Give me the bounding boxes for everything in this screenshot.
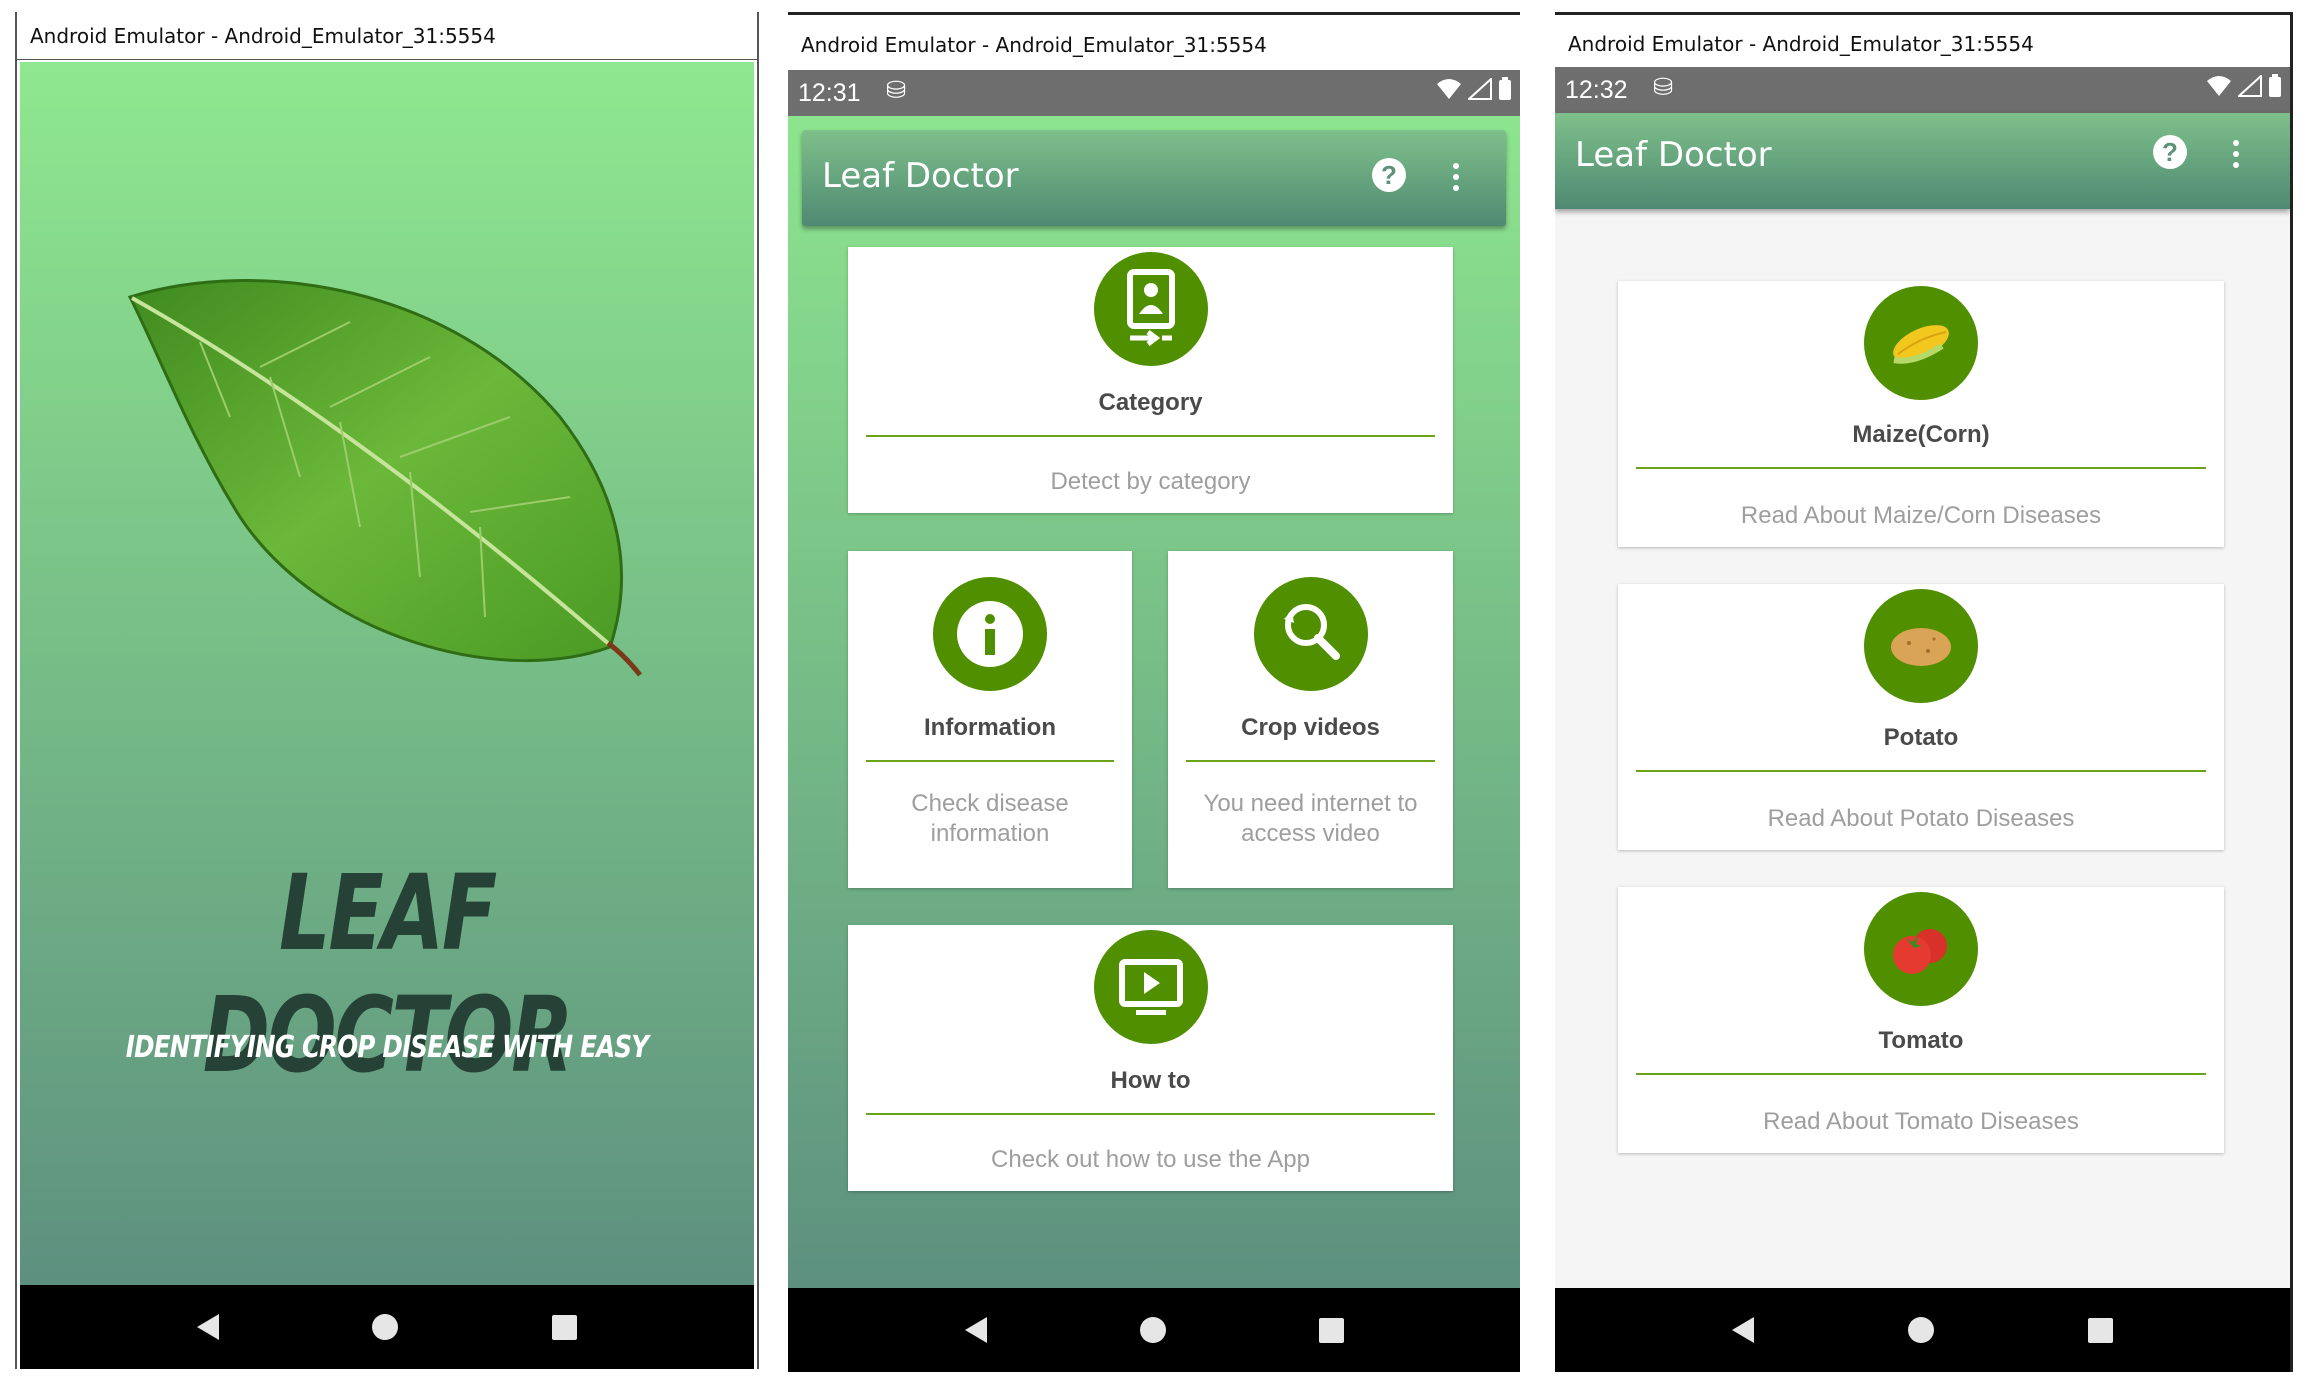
video-search-icon [1253, 577, 1368, 691]
nav-bar [1555, 1288, 2290, 1372]
status-bar: 12:31 ⛁ [788, 70, 1520, 116]
potato-icon [1864, 589, 1978, 703]
maize-title: Maize(Corn) [1852, 421, 1990, 448]
signal-icon [1468, 78, 1492, 100]
emulator-window-splash: Android Emulator - Android_Emulator_31:5… [15, 12, 759, 1369]
home-button[interactable] [372, 1314, 399, 1340]
category-screen: 12:32 ⛁ Leaf Doctor ? Maize(Corn) Read A… [1555, 67, 2290, 1372]
potato-subtitle: Read About Potato Diseases [1767, 805, 2075, 832]
tomato-title: Tomato [1878, 1027, 1964, 1054]
information-card[interactable]: Information Check disease information [848, 551, 1132, 888]
wifi-icon [2207, 76, 2231, 96]
back-button[interactable] [196, 1314, 219, 1340]
back-button[interactable] [964, 1317, 987, 1343]
potato-title: Potato [1883, 724, 1959, 751]
corn-icon [1864, 286, 1978, 400]
category-title: Category [1098, 389, 1203, 416]
app-bar: Leaf Doctor ? [802, 130, 1506, 226]
divider [866, 435, 1435, 437]
maize-subtitle: Read About Maize/Corn Diseases [1740, 502, 2102, 529]
divider [1636, 1073, 2206, 1075]
home-button[interactable] [1908, 1317, 1934, 1343]
help-icon[interactable]: ? [1372, 158, 1406, 192]
how-to-subtitle: Check out how to use the App [991, 1146, 1310, 1173]
emulator-window-home: Android Emulator - Android_Emulator_31:5… [788, 12, 1520, 1372]
maize-card[interactable]: Maize(Corn) Read About Maize/Corn Diseas… [1618, 281, 2224, 547]
category-icon [1093, 252, 1208, 366]
nav-bar [788, 1288, 1520, 1372]
information-subtitle: Check disease information [911, 790, 1069, 847]
divider [1186, 760, 1435, 762]
app-title: Leaf Doctor [822, 156, 1019, 196]
nav-bar [20, 1285, 754, 1369]
emulator-title: Android Emulator - Android_Emulator_31:5… [1555, 15, 2290, 67]
recents-button[interactable] [2088, 1317, 2113, 1343]
signal-icon [2238, 75, 2262, 97]
splash-tagline: IDENTIFYING CROP DISEASE WITH EASY [125, 1030, 649, 1065]
sim-icon: ⛁ [886, 77, 907, 104]
emulator-title: Android Emulator - Android_Emulator_31:5… [788, 15, 1520, 70]
how-to-card[interactable]: How to Check out how to use the App [848, 925, 1453, 1191]
tomato-subtitle: Read About Tomato Diseases [1763, 1108, 2079, 1135]
status-time: 12:32 [1565, 76, 1628, 104]
how-to-title: How to [1110, 1067, 1191, 1094]
more-options-icon[interactable] [2232, 140, 2240, 168]
splash-screen: LEAF DOCTOR IDENTIFYING CROP DISEASE WIT… [20, 62, 754, 1369]
home-screen: 12:31 ⛁ Leaf Doctor ? Category Detect by… [788, 70, 1520, 1372]
help-icon[interactable]: ? [2153, 135, 2187, 169]
battery-icon [2269, 74, 2281, 97]
sim-icon: ⛁ [1653, 74, 1674, 101]
category-card[interactable]: Category Detect by category [848, 247, 1453, 513]
crop-videos-card[interactable]: Crop videos You need internet to access … [1168, 551, 1453, 888]
status-time: 12:31 [798, 79, 861, 107]
category-subtitle: Detect by category [1050, 468, 1251, 495]
info-icon [933, 577, 1047, 691]
tomato-card[interactable]: Tomato Read About Tomato Diseases [1618, 887, 2224, 1153]
tomato-icon [1864, 892, 1978, 1006]
app-title: Leaf Doctor [1575, 135, 1772, 175]
information-title: Information [924, 714, 1056, 741]
divider [1636, 467, 2206, 469]
home-button[interactable] [1139, 1317, 1166, 1343]
back-button[interactable] [1732, 1317, 1754, 1343]
emulator-window-category: Android Emulator - Android_Emulator_31:5… [1555, 12, 2293, 1372]
app-bar: Leaf Doctor ? [1555, 113, 2290, 209]
potato-card[interactable]: Potato Read About Potato Diseases [1618, 584, 2224, 850]
battery-icon [1499, 77, 1511, 100]
divider [866, 760, 1114, 762]
divider [1636, 770, 2206, 772]
crop-videos-title: Crop videos [1241, 714, 1380, 741]
status-bar: 12:32 ⛁ [1555, 67, 2290, 113]
recents-button[interactable] [1318, 1317, 1344, 1343]
leaf-icon [127, 279, 642, 677]
emulator-title: Android Emulator - Android_Emulator_31:5… [17, 12, 757, 60]
crop-videos-subtitle: You need internet to access video [1203, 790, 1418, 847]
more-options-icon[interactable] [1452, 163, 1460, 191]
recents-button[interactable] [552, 1314, 578, 1340]
divider [866, 1113, 1435, 1115]
play-screen-icon [1093, 930, 1208, 1044]
wifi-icon [1437, 79, 1461, 99]
